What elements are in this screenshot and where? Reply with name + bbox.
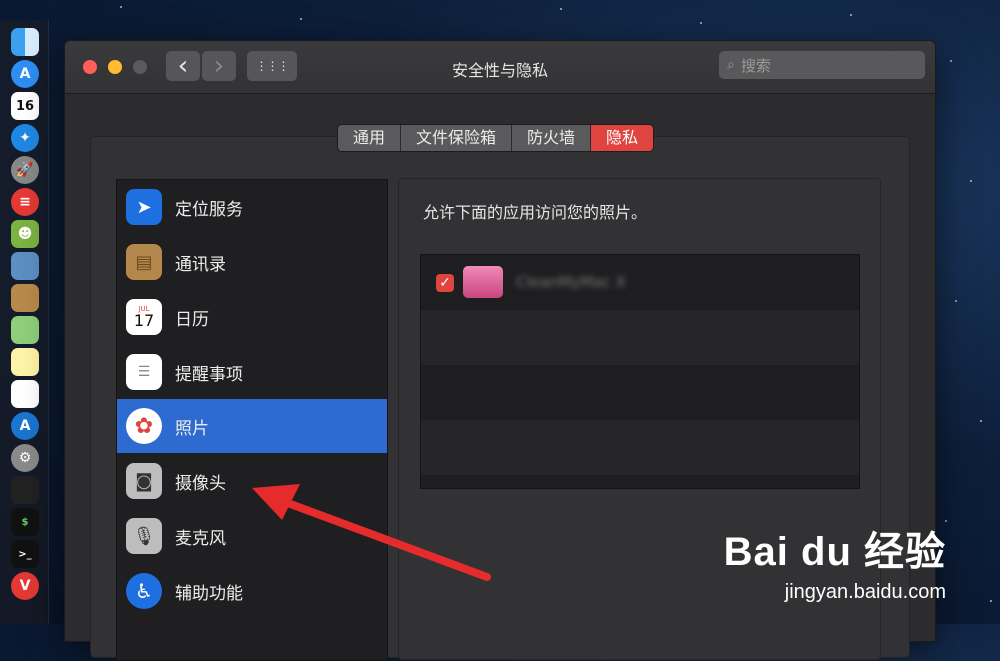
- watermark-logo: Bai du 经验: [723, 530, 946, 574]
- baidu-watermark: Bai du 经验 jingyan.baidu.com: [724, 519, 946, 604]
- watermark-url: jingyan.baidu.com: [784, 581, 946, 603]
